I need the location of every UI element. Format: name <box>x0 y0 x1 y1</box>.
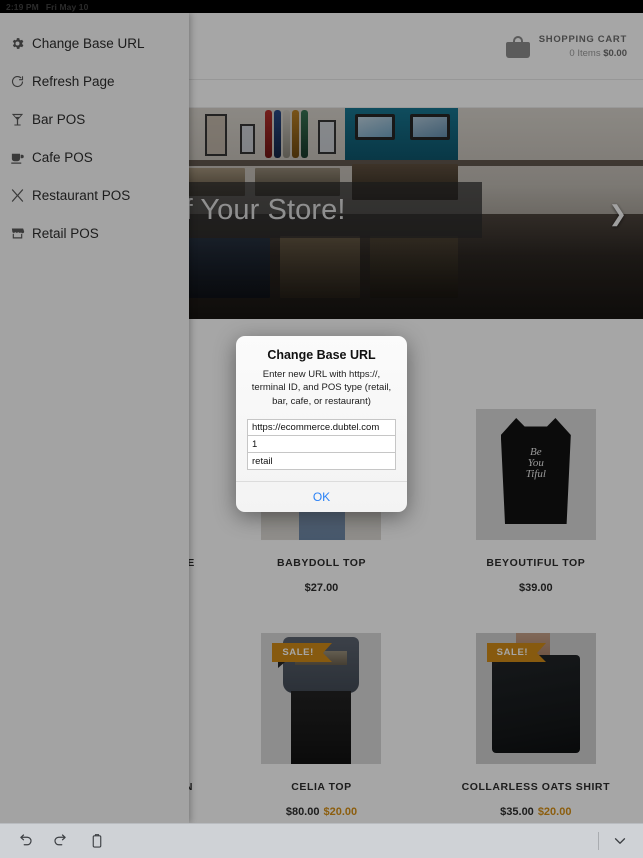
drawer-item-bar-pos[interactable]: Bar POS <box>0 107 189 132</box>
undo-icon[interactable] <box>16 832 34 850</box>
redo-icon[interactable] <box>52 832 70 850</box>
pos-type-input[interactable] <box>247 453 396 471</box>
gear-icon <box>10 36 25 51</box>
drawer-item-cafe-pos[interactable]: Cafe POS <box>0 145 189 170</box>
drawer-item-label: Restaurant POS <box>32 188 131 203</box>
dialog-title: Change Base URL <box>267 348 376 362</box>
status-bar: 2:19 PM Fri May 10 <box>0 0 643 13</box>
ok-button[interactable]: OK <box>313 490 330 504</box>
cocktail-glass-icon <box>10 112 25 127</box>
bottom-toolbar <box>0 823 643 858</box>
drawer-item-label: Cafe POS <box>32 150 93 165</box>
terminal-id-input[interactable] <box>247 436 396 454</box>
clipboard-icon[interactable] <box>88 832 106 850</box>
status-bar-time: 2:19 PM <box>6 1 39 12</box>
base-url-input[interactable] <box>247 419 396 437</box>
chevron-down-icon[interactable] <box>611 832 629 850</box>
dialog-input-group <box>247 419 396 471</box>
drawer-item-change-base-url[interactable]: Change Base URL <box>0 31 189 56</box>
drawer-item-label: Bar POS <box>32 112 86 127</box>
drawer-item-restaurant-pos[interactable]: Restaurant POS <box>0 183 189 208</box>
side-drawer-menu: Change Base URL Refresh Page Bar POS Caf… <box>0 13 189 823</box>
app-root: 2:19 PM Fri May 10 SHOPPING CART 0 Items… <box>0 0 643 858</box>
storefront-icon <box>10 226 25 241</box>
drawer-item-refresh-page[interactable]: Refresh Page <box>0 69 189 94</box>
drawer-item-label: Refresh Page <box>32 74 115 89</box>
dialog-message: Enter new URL with https://, terminal ID… <box>251 369 392 407</box>
drawer-item-list: Change Base URL Refresh Page Bar POS Caf… <box>0 31 189 246</box>
drawer-item-label: Retail POS <box>32 226 99 241</box>
drawer-item-label: Change Base URL <box>32 36 145 51</box>
drawer-item-retail-pos[interactable]: Retail POS <box>0 221 189 246</box>
fork-knife-icon <box>10 188 25 203</box>
change-base-url-dialog: Change Base URL Enter new URL with https… <box>236 336 407 513</box>
status-bar-date: Fri May 10 <box>45 1 89 12</box>
dialog-actions: OK <box>236 481 407 512</box>
refresh-icon <box>10 74 25 89</box>
coffee-cup-icon <box>10 150 25 165</box>
